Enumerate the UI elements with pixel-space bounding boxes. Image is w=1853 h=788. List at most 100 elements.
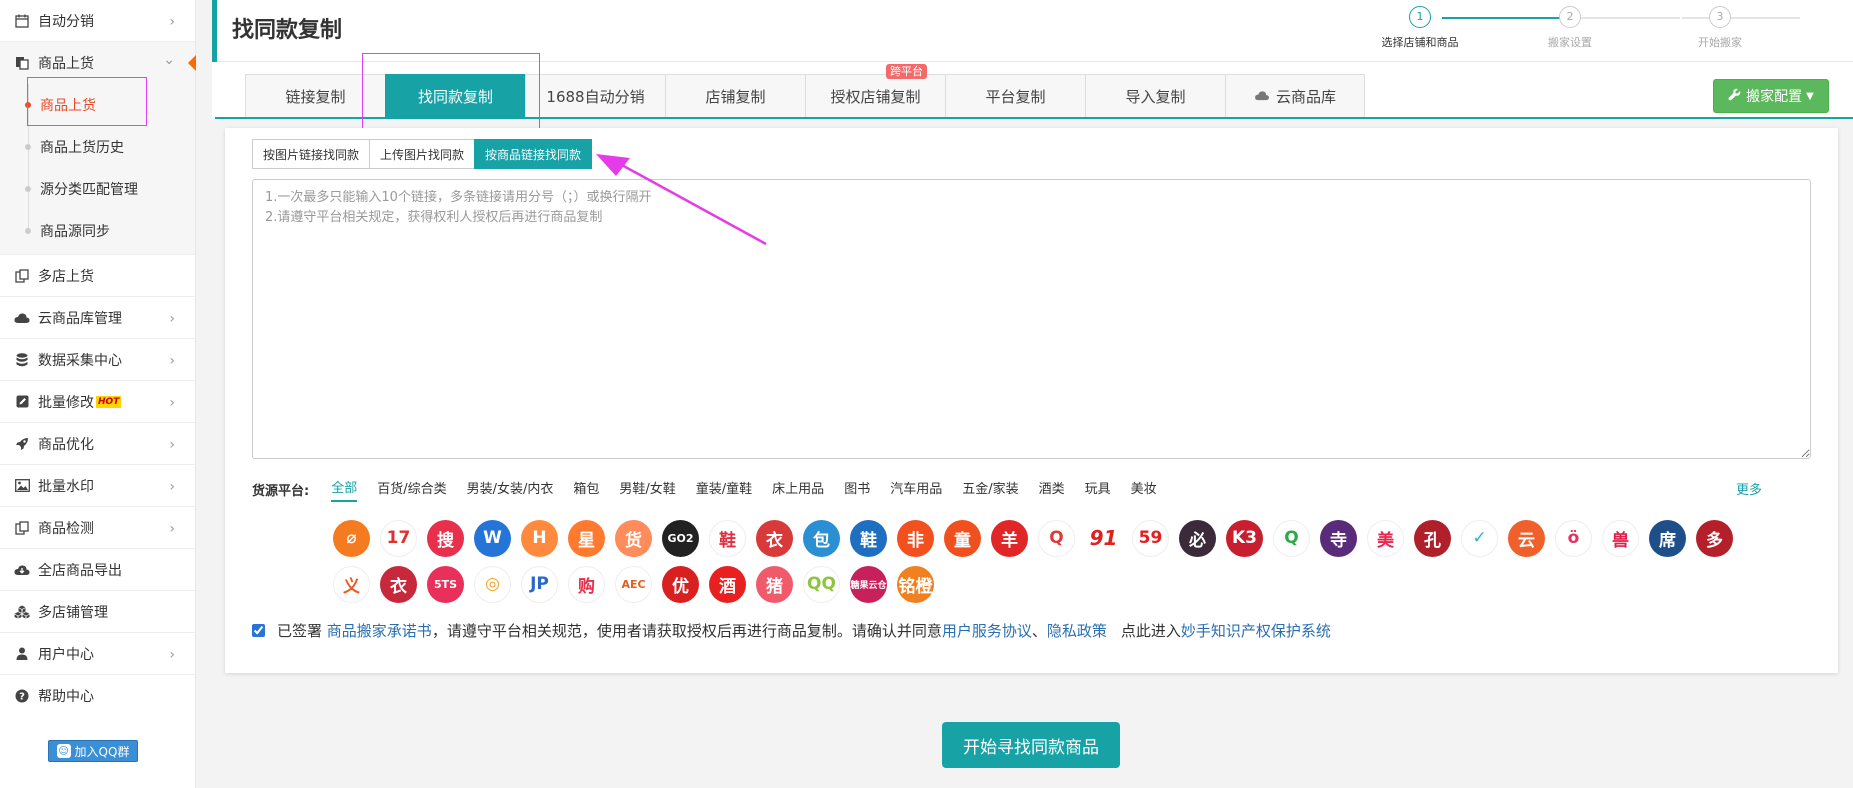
platform-category[interactable]: 箱包 (573, 478, 599, 501)
tab-platform-copy[interactable]: 平台复制 (945, 74, 1085, 118)
platform-logo[interactable]: 非 (897, 519, 934, 557)
platform-logo[interactable]: 货 (615, 519, 652, 557)
platform-logo[interactable]: 5TS (427, 565, 464, 603)
sidebar-item-product-check[interactable]: 商品检测 › (0, 507, 195, 549)
privacy-policy-link[interactable]: 隐私政策 (1047, 620, 1107, 641)
platform-logo[interactable]: 衣 (756, 519, 793, 557)
submenu-item-upload-history[interactable]: 商品上货历史 (0, 126, 195, 168)
platform-logo[interactable]: JP (521, 565, 558, 603)
platform-logo[interactable]: 孔 (1414, 519, 1451, 557)
platform-logo[interactable]: 17 (380, 519, 417, 557)
platform-logo[interactable]: GO2 (662, 519, 699, 557)
submenu-item-category-match[interactable]: 源分类匹配管理 (0, 168, 195, 210)
search-mode-tabs: 按图片链接找同款 上传图片找同款 按商品链接找同款 (252, 139, 593, 169)
sidebar-item-label: 商品优化 (38, 436, 94, 453)
platform-category[interactable]: 床上用品 (772, 478, 824, 501)
platform-logo[interactable]: 优 (662, 565, 699, 603)
commitment-letter-link[interactable]: 商品搬家承诺书 (327, 620, 432, 641)
platform-category[interactable]: 美妆 (1131, 478, 1157, 501)
platform-category[interactable]: 五金/家装 (962, 478, 1018, 501)
platform-logo[interactable]: 义 (333, 565, 370, 603)
sidebar-item-multi-shop[interactable]: 多店铺管理 (0, 591, 195, 633)
subtab-product-link[interactable]: 按商品链接找同款 (474, 139, 593, 169)
platform-logo[interactable]: 星 (568, 519, 605, 557)
platform-logo[interactable]: H (521, 519, 558, 557)
platform-category[interactable]: 玩具 (1085, 478, 1111, 501)
platform-logo[interactable]: 91 (1085, 520, 1122, 557)
sidebar-item-multi-store[interactable]: 多店上货 (0, 255, 195, 297)
chevron-right-icon: › (169, 479, 175, 495)
platform-logo[interactable]: QQ (803, 565, 840, 603)
sidebar-item-optimize[interactable]: 商品优化 › (0, 423, 195, 465)
agreement-text: ，请遵守平台相关规范，使用者请获取授权后再进行商品复制。请确认并同意 (431, 622, 942, 640)
platform-logo[interactable]: 云 (1508, 519, 1545, 557)
platform-logo[interactable]: 搜 (427, 519, 464, 557)
platform-logo[interactable]: 购 (568, 565, 605, 603)
agreement-checkbox[interactable] (252, 624, 265, 637)
bullet-icon (25, 228, 31, 234)
sidebar-item-auto-distribution[interactable]: 自动分销 › (0, 0, 195, 42)
platform-logo[interactable]: 必 (1179, 519, 1216, 557)
chevron-down-icon: ⌄ (163, 52, 175, 68)
sidebar-item-user-center[interactable]: 用户中心 › (0, 633, 195, 675)
platform-logo[interactable]: ◎ (474, 565, 511, 603)
subtab-upload-image[interactable]: 上传图片找同款 (369, 139, 475, 169)
platform-category[interactable]: 酒类 (1039, 478, 1065, 501)
sidebar-item-cloud-library[interactable]: 云商品库管理 › (0, 297, 195, 339)
user-agreement-link[interactable]: 用户服务协议 (942, 620, 1032, 641)
tab-1688-distribution[interactable]: 1688自动分销 (525, 74, 665, 118)
platform-category[interactable]: 男鞋/女鞋 (619, 478, 675, 501)
product-link-textarea[interactable] (252, 179, 1811, 459)
platform-logo[interactable]: AEC (615, 565, 652, 603)
step-number: 2 (1559, 6, 1581, 28)
platform-logo[interactable]: Q (1038, 519, 1075, 557)
platform-category[interactable]: 图书 (844, 478, 870, 501)
platform-logo[interactable]: 童 (944, 519, 981, 557)
platform-logo[interactable]: ⌀ (333, 519, 370, 557)
sidebar-item-watermark[interactable]: 批量水印 › (0, 465, 195, 507)
more-platforms-link[interactable]: 更多 (1736, 479, 1762, 498)
platform-logo[interactable]: 糖果云仓 (850, 565, 887, 603)
move-config-button[interactable]: 搬家配置 ▼ (1713, 79, 1829, 113)
start-find-button[interactable]: 开始寻找同款商品 (942, 722, 1120, 768)
platform-logo[interactable]: 鞋 (709, 519, 746, 557)
platform-logo[interactable]: 猪 (756, 565, 793, 603)
join-qq-group-button[interactable]: ☺ 加入QQ群 (48, 740, 138, 762)
ip-protection-link[interactable]: 妙手知识产权保护系统 (1181, 620, 1331, 641)
platform-logo[interactable]: ✓ (1461, 519, 1498, 557)
platform-logo[interactable]: 美 (1367, 519, 1404, 557)
platform-category[interactable]: 童装/童鞋 (696, 478, 752, 501)
tab-import-copy[interactable]: 导入复制 (1085, 74, 1225, 118)
platform-logo[interactable]: 席 (1649, 519, 1686, 557)
platform-logo[interactable]: Q (1273, 519, 1310, 557)
sidebar-item-help[interactable]: ? 帮助中心 (0, 675, 195, 717)
submenu-label: 商品上货历史 (40, 140, 124, 156)
platform-logo[interactable]: 包 (803, 519, 840, 557)
platform-logo[interactable]: W (474, 519, 511, 557)
sidebar-item-export[interactable]: 全店商品导出 (0, 549, 195, 591)
platform-logo[interactable]: 兽 (1602, 519, 1639, 557)
platform-category[interactable]: 汽车用品 (890, 478, 942, 501)
platform-logo[interactable]: 羊 (991, 519, 1028, 557)
tab-authorized-store-copy[interactable]: 授权店铺复制 跨平台 (805, 64, 945, 118)
platform-logo[interactable]: ö (1555, 519, 1592, 557)
platform-logo[interactable]: 59 (1132, 519, 1169, 557)
svg-text:?: ? (19, 692, 25, 703)
tab-store-copy[interactable]: 店铺复制 (665, 74, 805, 118)
qq-icon: ☺ (56, 744, 71, 758)
platform-logo[interactable]: 酒 (709, 565, 746, 603)
platform-logo[interactable]: 铭橙 (897, 565, 934, 603)
platform-logo[interactable]: 寺 (1320, 519, 1357, 557)
sidebar-item-batch-edit[interactable]: 批量修改 HOT › (0, 381, 195, 423)
platform-logo[interactable]: K3 (1226, 519, 1263, 557)
platform-logo[interactable]: 多 (1696, 519, 1733, 557)
subtab-image-link[interactable]: 按图片链接找同款 (252, 139, 370, 169)
platform-logo[interactable]: 鞋 (850, 519, 887, 557)
submenu-item-source-sync[interactable]: 商品源同步 (0, 210, 195, 252)
tab-cloud-library[interactable]: 云商品库 (1225, 74, 1365, 118)
platform-category[interactable]: 百货/综合类 (377, 478, 446, 501)
platform-category[interactable]: 男装/女装/内衣 (467, 478, 554, 501)
platform-category-all[interactable]: 全部 (331, 477, 358, 502)
platform-logo[interactable]: 衣 (380, 565, 417, 603)
sidebar-item-data-collection[interactable]: 数据采集中心 › (0, 339, 195, 381)
